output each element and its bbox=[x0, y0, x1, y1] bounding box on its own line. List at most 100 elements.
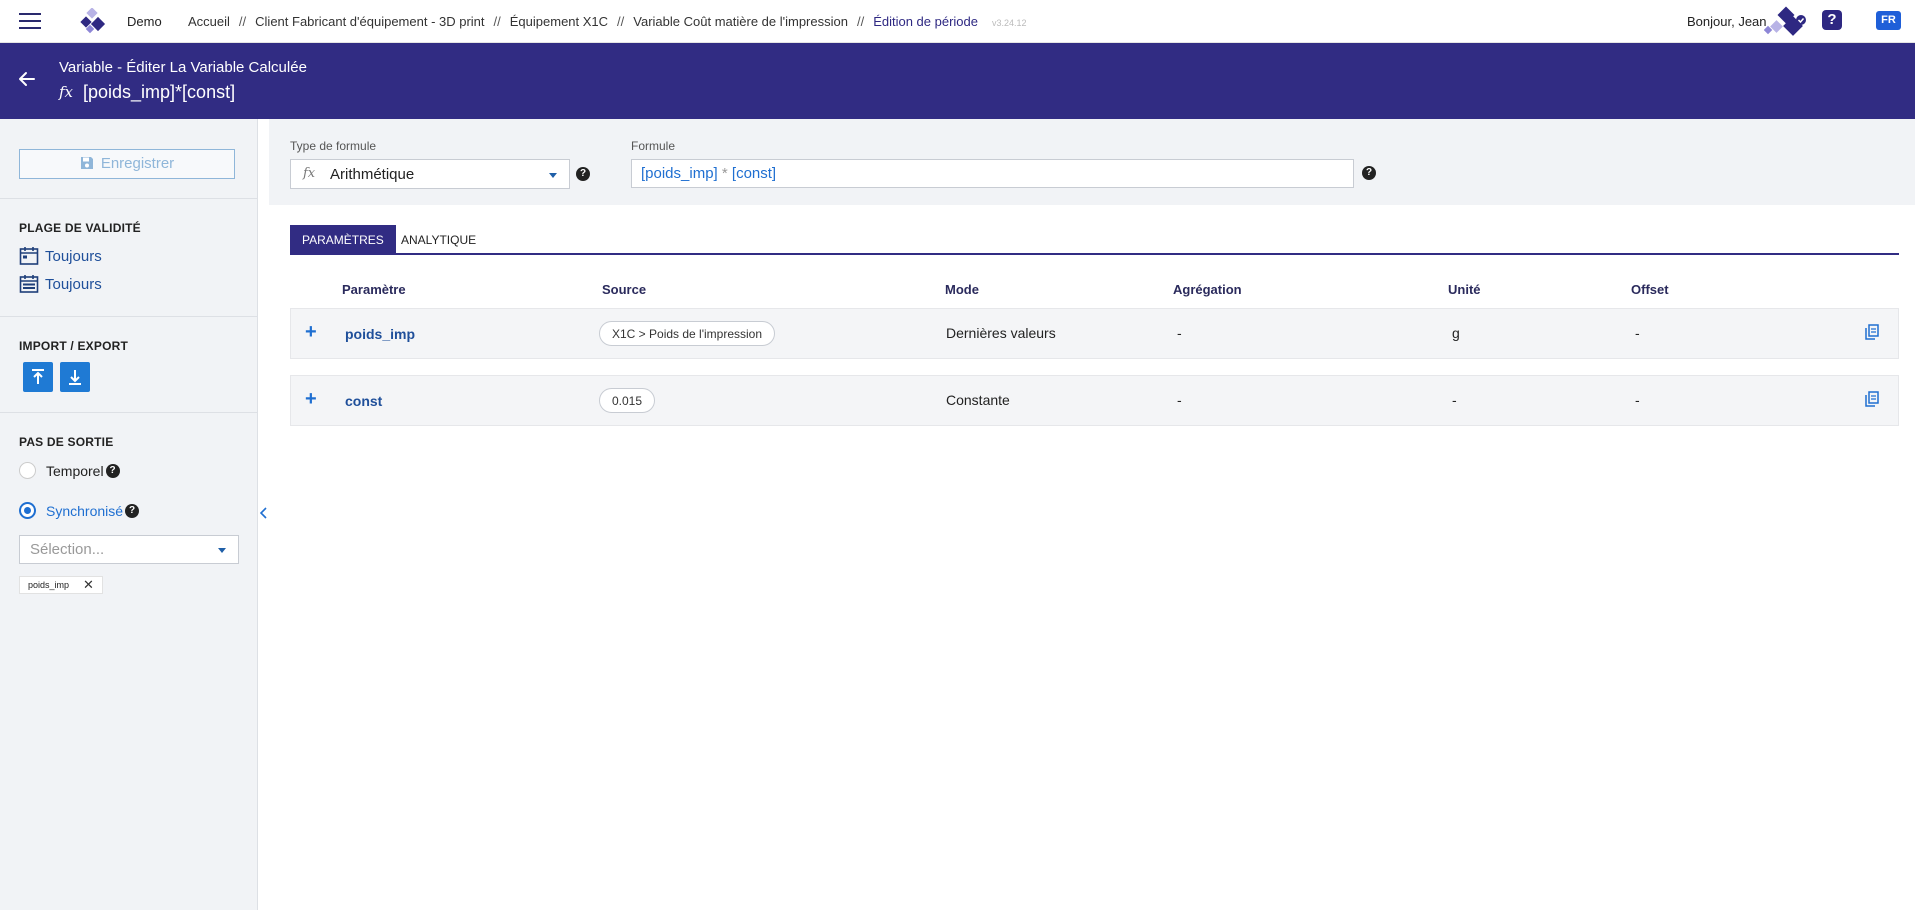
header-offset: Offset bbox=[1631, 282, 1669, 297]
offset-cell: - bbox=[1635, 325, 1640, 341]
divider bbox=[0, 412, 258, 413]
sync-select[interactable]: Sélection... bbox=[19, 535, 239, 564]
param-name[interactable]: poids_imp bbox=[345, 326, 415, 342]
user-greeting[interactable]: Bonjour, Jean bbox=[1687, 14, 1767, 29]
header-unite: Unité bbox=[1448, 282, 1481, 297]
chevron-left-icon[interactable] bbox=[260, 507, 268, 519]
validity-section-title: PLAGE DE VALIDITÉ bbox=[19, 221, 141, 235]
top-bar: Demo Accueil // Client Fabricant d'équipem… bbox=[0, 0, 1915, 43]
breadcrumb-current: Édition de période bbox=[873, 14, 978, 29]
breadcrumb-separator: // bbox=[617, 14, 625, 29]
download-icon bbox=[69, 370, 81, 385]
divider bbox=[0, 316, 258, 317]
upload-icon bbox=[32, 369, 44, 384]
validity-start-label: Toujours bbox=[45, 247, 102, 265]
chevron-down-icon bbox=[549, 173, 557, 178]
offset-cell: - bbox=[1635, 392, 1640, 408]
tab-analytique[interactable]: ANALYTIQUE bbox=[389, 225, 488, 255]
validity-start[interactable]: Toujours bbox=[19, 246, 102, 266]
chevron-down-icon bbox=[218, 548, 226, 553]
selected-chip: poids_imp ✕ bbox=[19, 576, 103, 594]
main-content: Type de formule fx Arithmétique ? Formul… bbox=[269, 119, 1915, 910]
copy-icon[interactable] bbox=[1865, 324, 1879, 340]
save-icon bbox=[80, 157, 93, 169]
calendar-icon bbox=[19, 275, 39, 293]
avatar-icon[interactable] bbox=[1764, 5, 1808, 37]
breadcrumb-equipment[interactable]: Équipement X1C bbox=[510, 14, 608, 29]
page-header: Variable - Éditer La Variable Calculée f… bbox=[0, 43, 1915, 119]
export-button[interactable] bbox=[60, 362, 90, 392]
breadcrumb-variable[interactable]: Variable Coût matière de l'impression bbox=[633, 14, 848, 29]
expand-button[interactable]: + bbox=[305, 388, 317, 411]
radio-temporal-label: Temporel bbox=[46, 462, 104, 479]
help-icon[interactable]: ? bbox=[1362, 166, 1376, 180]
validity-end-label: Toujours bbox=[45, 275, 102, 293]
breadcrumb-separator: // bbox=[856, 14, 865, 29]
page-subtitle: Variable - Éditer La Variable Calculée bbox=[59, 59, 307, 76]
fx-icon: fx bbox=[303, 166, 316, 181]
aggregation-cell: - bbox=[1177, 325, 1182, 341]
breadcrumb: Accueil // Client Fabricant d'équipement -… bbox=[188, 14, 1027, 29]
breadcrumb-client[interactable]: Client Fabricant d'équipement - 3D print bbox=[255, 14, 484, 29]
menu-icon[interactable] bbox=[19, 13, 41, 29]
tab-bar: PARAMÈTRES ANALYTIQUE bbox=[290, 225, 1899, 255]
radio-synchronized-input[interactable] bbox=[19, 502, 36, 519]
radio-synchronized[interactable]: Synchronisé ? bbox=[19, 502, 140, 519]
expand-button[interactable]: + bbox=[305, 321, 317, 344]
formula-left: [poids_imp] bbox=[641, 165, 718, 182]
radio-synchronized-label: Synchronisé bbox=[46, 502, 124, 519]
mode-cell: Dernières valeurs bbox=[946, 325, 1056, 341]
aggregation-cell: - bbox=[1177, 392, 1182, 408]
param-name[interactable]: const bbox=[345, 393, 382, 409]
table-header: Paramètre Source Mode Agrégation Unité O… bbox=[290, 273, 1899, 303]
header-source: Source bbox=[602, 282, 647, 297]
version-label: v3.24.12 bbox=[992, 18, 1027, 28]
formula-right: [const] bbox=[731, 165, 777, 182]
radio-temporal[interactable]: Temporel ? bbox=[19, 462, 120, 479]
sidebar: Enregistrer PLAGE DE VALIDITÉ Toujours T… bbox=[0, 119, 258, 910]
breadcrumb-accueil[interactable]: Accueil bbox=[188, 14, 230, 29]
help-icon[interactable]: ? bbox=[1822, 10, 1842, 30]
tab-parametres[interactable]: PARAMÈTRES bbox=[290, 225, 396, 255]
table-row: + poids_imp X1C > Poids de l'impression … bbox=[290, 308, 1899, 359]
import-export-title: IMPORT / EXPORT bbox=[19, 339, 129, 353]
header-mode: Mode bbox=[945, 282, 979, 297]
formula-label: Formule bbox=[631, 139, 676, 153]
formula-type-select[interactable]: fx Arithmétique bbox=[290, 159, 570, 189]
fx-icon: fx bbox=[59, 83, 74, 101]
language-button[interactable]: FR bbox=[1876, 11, 1901, 30]
source-pill[interactable]: 0.015 bbox=[599, 388, 656, 413]
source-pill[interactable]: X1C > Poids de l'impression bbox=[599, 321, 776, 346]
header-aggregation: Agrégation bbox=[1173, 282, 1242, 297]
copy-icon[interactable] bbox=[1865, 391, 1879, 407]
chip-label: poids_imp bbox=[28, 580, 70, 590]
back-arrow-icon[interactable] bbox=[17, 69, 37, 89]
calendar-icon bbox=[19, 247, 39, 265]
output-step-title: PAS DE SORTIE bbox=[19, 435, 114, 449]
help-icon[interactable]: ? bbox=[105, 463, 120, 478]
formula-operator: * bbox=[717, 165, 732, 182]
unit-cell: g bbox=[1452, 325, 1460, 341]
breadcrumb-separator: // bbox=[238, 14, 247, 29]
formula-type-value: Arithmétique bbox=[330, 166, 415, 183]
logo-icon[interactable] bbox=[79, 8, 107, 34]
close-icon[interactable]: ✕ bbox=[83, 577, 94, 593]
save-button-label: Enregistrer bbox=[100, 155, 175, 172]
help-icon[interactable]: ? bbox=[576, 167, 590, 181]
page-title: [poids_imp]*[const] bbox=[83, 82, 236, 102]
mode-cell: Constante bbox=[946, 392, 1010, 408]
formula-type-label: Type de formule bbox=[290, 139, 377, 153]
table-row: + const 0.015 Constante - - - bbox=[290, 375, 1899, 426]
import-button[interactable] bbox=[23, 362, 53, 392]
validity-end[interactable]: Toujours bbox=[19, 274, 102, 294]
help-icon[interactable]: ? bbox=[125, 503, 140, 518]
save-button[interactable]: Enregistrer bbox=[19, 149, 235, 179]
breadcrumb-separator: // bbox=[493, 14, 501, 29]
formula-area: Type de formule fx Arithmétique ? Formul… bbox=[269, 119, 1915, 205]
header-parametre: Paramètre bbox=[342, 282, 406, 297]
radio-temporal-input[interactable] bbox=[19, 462, 36, 479]
org-name[interactable]: Demo bbox=[127, 14, 162, 29]
formula-input[interactable]: [poids_imp] * [const] bbox=[631, 159, 1354, 188]
sync-select-placeholder: Sélection... bbox=[30, 541, 105, 558]
unit-cell: - bbox=[1452, 392, 1457, 408]
